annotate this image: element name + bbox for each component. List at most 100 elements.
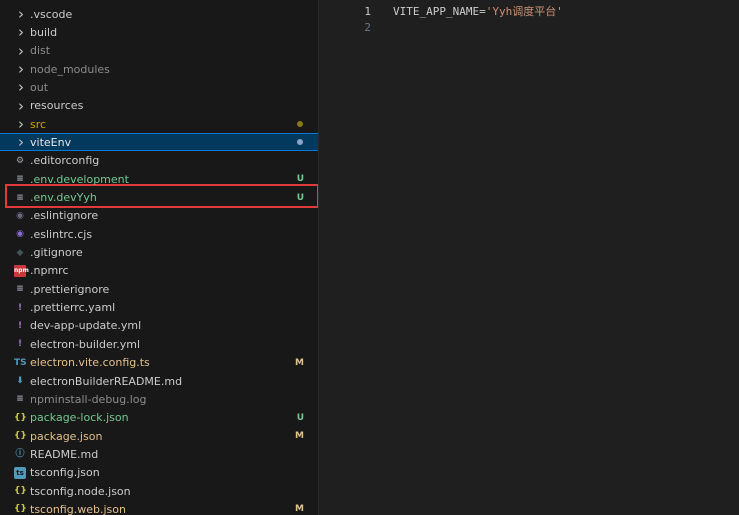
folder-item-viteenv[interactable]: › viteEnv [0,133,318,152]
file-item-package-json[interactable]: {} package.json M [0,427,318,445]
json-icon: {} [14,486,27,497]
item-label: .editorconfig [30,154,100,168]
file-item-prettierignore[interactable]: ≡ .prettierignore [0,280,318,298]
info-icon: ⓘ [15,449,25,460]
file-item-npmrc[interactable]: npm .npmrc [0,262,318,280]
item-label: dist [30,44,51,58]
git-status-badge: U [296,192,304,203]
env-value: 'Yyh调度平台' [485,5,563,18]
folder-item-build[interactable]: › build [0,23,318,41]
item-label: tsconfig.web.json [30,502,126,515]
code-text: VITE_APP_NAME='Yyh调度平台' [393,3,563,19]
git-status-badge: U [296,412,304,423]
file-item-readme-md[interactable]: ⓘ README.md [0,445,318,463]
git-status-badge: M [295,504,304,515]
item-label: viteEnv [30,135,72,149]
git-status-badge: M [295,357,304,368]
item-label: .env.devYyh [30,191,97,204]
item-label: out [30,80,49,94]
chevron-right-icon[interactable]: › [16,78,26,96]
editor-panel[interactable]: 1 VITE_APP_NAME='Yyh调度平台' 2 [319,0,739,515]
line-number: 2 [364,21,371,34]
lines-icon: ≡ [16,284,24,295]
item-label: src [30,117,47,131]
yaml-icon: ! [17,339,23,350]
file-item-prettierrc-yaml[interactable]: ! .prettierrc.yaml [0,299,318,317]
file-item-tsconfig-json[interactable]: ts tsconfig.json [0,464,318,482]
file-item-editorconfig[interactable]: ⚙ .editorconfig [0,152,318,170]
item-label: .gitignore [30,246,83,260]
file-item-tsconfig-node-json[interactable]: {} tsconfig.node.json [0,482,318,500]
item-label: tsconfig.node.json [30,484,131,498]
chevron-right-icon[interactable]: › [16,97,26,115]
item-label: .prettierignore [30,282,110,296]
chevron-right-icon[interactable]: › [16,60,26,78]
modified-dot-icon [297,139,303,146]
file-item-env-devyyh[interactable]: ≡ .env.devYyh U [0,189,318,207]
git-status-badge: U [296,174,304,185]
item-label: dev-app-update.yml [30,319,142,333]
item-label: .eslintrc.cjs [30,227,93,241]
item-label: package.json [30,429,103,443]
tsconfig-icon: ts [14,466,26,479]
file-item-gitignore[interactable]: ◆ .gitignore [0,244,318,262]
line-number: 1 [364,4,371,18]
file-item-electron-vite-config-ts[interactable]: TS electron.vite.config.ts M [0,354,318,372]
eslint-icon: ◉ [16,229,24,240]
yaml-icon: ! [17,320,23,331]
code-line[interactable]: 2 [319,20,393,36]
item-label: npminstall-debug.log [30,392,147,406]
item-label: electron.vite.config.ts [30,356,150,370]
item-label: .prettierrc.yaml [30,301,116,315]
file-item-npminstall-debug-log[interactable]: ≡ npminstall-debug.log [0,390,318,408]
folder-item-src[interactable]: › src [0,115,318,133]
item-label: .npmrc [30,264,69,278]
git-icon: ◆ [16,247,24,258]
item-label: .vscode [30,7,73,21]
item-label: build [30,25,58,39]
typescript-icon: TS [14,357,27,368]
circle-icon: ◉ [16,210,24,221]
item-label: resources [30,99,84,113]
yaml-icon: ! [17,302,23,313]
lines-icon: ≡ [16,394,24,405]
modified-dot-icon [297,121,303,128]
item-label: package-lock.json [30,411,129,425]
file-item-eslintrc-cjs[interactable]: ◉ .eslintrc.cjs [0,225,318,243]
item-label: README.md [30,447,99,461]
folder-item-node-modules[interactable]: › node_modules [0,60,318,78]
folder-item-vscode[interactable]: › .vscode [0,5,318,23]
chevron-right-icon[interactable]: › [16,23,26,41]
gear-icon: ⚙ [15,155,25,166]
file-item-env-development[interactable]: ≡ .env.development U [0,170,318,188]
file-item-electronbuilderreadme-md[interactable]: ⬇ electronBuilderREADME.md [0,372,318,390]
item-label: node_modules [30,62,110,76]
npm-icon: npm [14,264,29,277]
code-line[interactable]: 1 VITE_APP_NAME='Yyh调度平台' [319,3,563,19]
file-item-electron-builder-yml[interactable]: ! electron-builder.yml [0,335,318,353]
explorer-panel: › .vscode › build › dist › node_modules › out › res… [0,0,318,515]
file-item-package-lock-json[interactable]: {} package-lock.json U [0,409,318,427]
json-icon: {} [14,412,27,423]
lines-icon: ≡ [16,192,24,203]
file-item-tsconfig-web-json[interactable]: {} tsconfig.web.json M [0,500,318,515]
vscode-window: › .vscode › build › dist › node_modules › out › res… [0,0,739,515]
chevron-right-icon[interactable]: › [16,42,26,60]
item-label: .eslintignore [30,209,99,223]
item-label: electron-builder.yml [30,337,141,351]
folder-item-resources[interactable]: › resources [0,97,318,115]
file-item-dev-app-update-yml[interactable]: ! dev-app-update.yml [0,317,318,335]
json-icon: {} [14,431,27,442]
git-status-badge: M [295,431,304,442]
chevron-right-icon[interactable]: › [16,115,26,133]
file-item-eslintignore[interactable]: ◉ .eslintignore [0,207,318,225]
folder-item-out[interactable]: › out [0,78,318,96]
item-label: electronBuilderREADME.md [30,374,183,388]
json-icon: {} [14,504,27,515]
folder-item-dist[interactable]: › dist [0,42,318,60]
chevron-right-icon[interactable]: › [16,133,26,151]
chevron-right-icon[interactable]: › [16,5,26,23]
item-label: tsconfig.json [30,466,100,480]
env-key: VITE_APP_NAME= [393,5,486,18]
lines-icon: ≡ [16,174,24,185]
